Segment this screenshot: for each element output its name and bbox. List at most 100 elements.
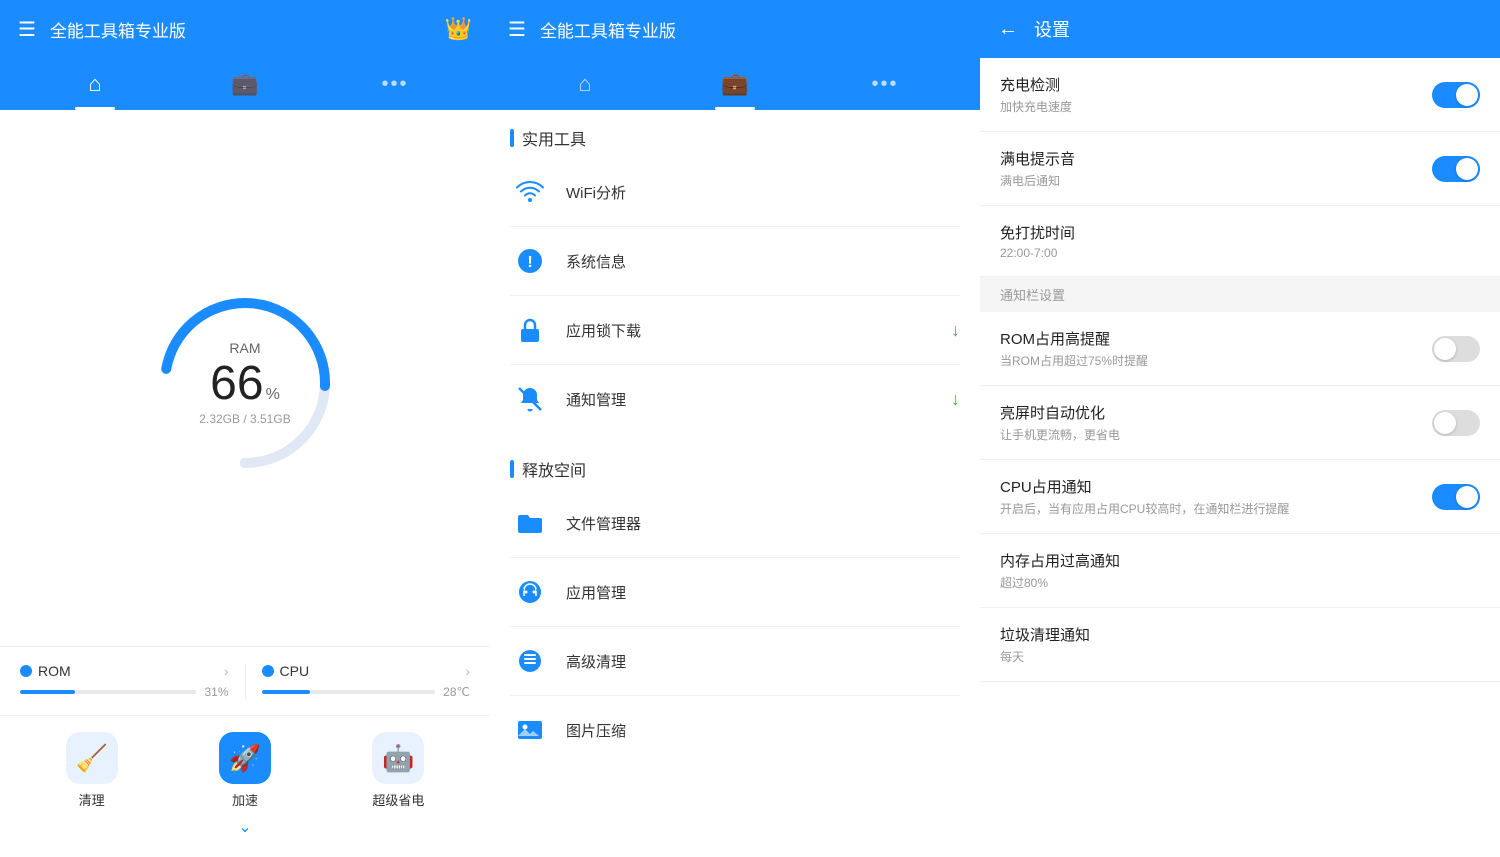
- screen-opt-desc: 让手机更流畅，更省电: [1000, 426, 1432, 443]
- power-button[interactable]: 🤖 超级省电: [327, 732, 470, 837]
- clean-label: 清理: [79, 790, 105, 809]
- rom-label: ROM: [38, 663, 71, 679]
- clean-name: 高级清理: [566, 651, 960, 672]
- image-icon: [510, 710, 550, 750]
- charge-detect-toggle[interactable]: [1432, 82, 1480, 108]
- tool-sysinfo[interactable]: ! 系统信息: [490, 227, 980, 295]
- notify-settings-group-header: 通知栏设置: [980, 277, 1500, 312]
- home-icon-2: ⌂: [578, 71, 591, 97]
- rom-arrow: ›: [224, 663, 229, 679]
- back-icon[interactable]: ←: [998, 18, 1018, 41]
- applock-badge: ↓: [951, 320, 960, 341]
- ram-percent: 66: [210, 360, 263, 408]
- tools-content: 实用工具 WiFi分析 ! 系统信息: [490, 110, 980, 857]
- section-bar-2: [510, 460, 514, 478]
- notify-group-label: 通知栏设置: [1000, 288, 1065, 303]
- ram-unit: %: [266, 386, 280, 404]
- section-storage-header: 释放空间: [490, 441, 980, 489]
- setting-trash-notify[interactable]: 垃圾清理通知 每天: [980, 608, 1500, 682]
- info-icon: !: [510, 241, 550, 281]
- speed-chevron: ⌄: [238, 817, 251, 837]
- sysinfo-name: 系统信息: [566, 251, 960, 272]
- tab-home-2[interactable]: ⌂: [510, 58, 660, 110]
- rom-notify-toggle[interactable]: [1432, 336, 1480, 362]
- files-name: 文件管理器: [566, 513, 960, 534]
- tool-apps[interactable]: 应用管理: [490, 558, 980, 626]
- applock-name: 应用锁下载: [566, 320, 935, 341]
- setting-full-sound[interactable]: 满电提示音 满电后通知: [980, 132, 1500, 206]
- briefcase-icon: 💼: [231, 71, 258, 97]
- rom-stat[interactable]: ROM › 31%: [20, 663, 246, 699]
- tab-tools[interactable]: 💼: [170, 58, 320, 110]
- clean-button[interactable]: 🧹 清理: [20, 732, 163, 837]
- menu-icon[interactable]: ☰: [18, 17, 36, 42]
- speed-button[interactable]: 🚀 加速 ⌄: [173, 732, 316, 837]
- rom-notify-desc: 当ROM占用超过75%时提醒: [1000, 352, 1432, 369]
- full-sound-name: 满电提示音: [1000, 148, 1432, 169]
- panel-tools: ☰ 全能工具箱专业版 ⌂ 💼 ••• 实用工具: [490, 0, 980, 857]
- notify-name: 通知管理: [566, 389, 935, 410]
- cpu-bar-fill: [262, 690, 311, 694]
- setting-charge-detect[interactable]: 充电检测 加快充电速度: [980, 58, 1500, 132]
- memory-notify-info: 内存占用过高通知 超过80%: [1000, 550, 1480, 591]
- rom-notify-name: ROM占用高提醒: [1000, 328, 1432, 349]
- bell-off-icon: [510, 379, 550, 419]
- app-title-2: 全能工具箱专业版: [540, 17, 962, 42]
- settings-topbar: ← 设置: [980, 0, 1500, 58]
- charge-detect-desc: 加快充电速度: [1000, 98, 1432, 115]
- tab-tools-2[interactable]: 💼: [660, 58, 810, 110]
- rom-bar: [20, 690, 196, 694]
- setting-memory-notify[interactable]: 内存占用过高通知 超过80%: [980, 534, 1500, 608]
- setting-screen-opt[interactable]: 亮屏时自动优化 让手机更流畅，更省电: [980, 386, 1500, 460]
- lock-icon: [510, 310, 550, 350]
- tool-image[interactable]: 图片压缩: [490, 696, 980, 764]
- ram-section: RAM 66 % 2.32GB / 3.51GB: [0, 110, 490, 646]
- cpu-label: CPU: [280, 663, 310, 679]
- briefcase-icon-2: 💼: [721, 71, 748, 97]
- tool-files[interactable]: 文件管理器: [490, 489, 980, 557]
- tab-more-2[interactable]: •••: [810, 58, 960, 110]
- bottom-actions: 🧹 清理 🚀 加速 ⌄ 🤖 超级省电: [0, 715, 490, 857]
- tool-applock[interactable]: 应用锁下载 ↓: [490, 296, 980, 364]
- rom-bar-fill: [20, 690, 75, 694]
- trash-notify-desc: 每天: [1000, 648, 1480, 665]
- nav-tabs-home: ⌂ 💼 •••: [0, 58, 490, 110]
- cleaner-icon: [510, 641, 550, 681]
- menu-icon-2[interactable]: ☰: [508, 17, 526, 42]
- speed-label: 加速: [232, 790, 258, 809]
- stats-row: ROM › 31% CPU ›: [0, 646, 490, 715]
- panel-settings: ← 设置 充电检测 加快充电速度 满电提示音 满电后通知 免打扰时间 22:00…: [980, 0, 1500, 857]
- tool-notify[interactable]: 通知管理 ↓: [490, 365, 980, 433]
- dnd-info: 免打扰时间 22:00-7:00: [1000, 222, 1480, 260]
- tool-clean[interactable]: 高级清理: [490, 627, 980, 695]
- full-sound-toggle[interactable]: [1432, 156, 1480, 182]
- folder-icon: [510, 503, 550, 543]
- trash-notify-info: 垃圾清理通知 每天: [1000, 624, 1480, 665]
- tool-wifi[interactable]: WiFi分析: [490, 158, 980, 226]
- setting-dnd[interactable]: 免打扰时间 22:00-7:00: [980, 206, 1500, 277]
- charge-detect-name: 充电检测: [1000, 74, 1432, 95]
- home-content: RAM 66 % 2.32GB / 3.51GB ROM ›: [0, 110, 490, 857]
- cpu-stat[interactable]: CPU › 28℃: [262, 663, 471, 699]
- settings-title: 设置: [1034, 16, 1070, 42]
- setting-rom-notify[interactable]: ROM占用高提醒 当ROM占用超过75%时提醒: [980, 312, 1500, 386]
- rom-label-row: ROM: [20, 663, 71, 679]
- app-title-1: 全能工具箱专业版: [50, 17, 445, 42]
- cpu-notify-toggle[interactable]: [1432, 484, 1480, 510]
- settings-list: 充电检测 加快充电速度 满电提示音 满电后通知 免打扰时间 22:00-7:00…: [980, 58, 1500, 857]
- gauge-text: RAM 66 % 2.32GB / 3.51GB: [199, 340, 290, 426]
- setting-cpu-notify[interactable]: CPU占用通知 开启后，当有应用占用CPU较高时，在通知栏进行提醒: [980, 460, 1500, 534]
- android-icon: [510, 572, 550, 612]
- wifi-name: WiFi分析: [566, 182, 960, 203]
- screen-opt-toggle[interactable]: [1432, 410, 1480, 436]
- tab-home[interactable]: ⌂: [20, 58, 170, 110]
- section-utilities-title: 实用工具: [522, 126, 586, 150]
- cpu-bar: [262, 690, 436, 694]
- cpu-notify-name: CPU占用通知: [1000, 476, 1432, 497]
- more-dots-icon: •••: [381, 73, 408, 96]
- home-icon: ⌂: [88, 71, 101, 97]
- tab-more[interactable]: •••: [320, 58, 470, 110]
- cpu-dot: [262, 665, 274, 677]
- cpu-notify-info: CPU占用通知 开启后，当有应用占用CPU较高时，在通知栏进行提醒: [1000, 476, 1432, 517]
- screen-opt-info: 亮屏时自动优化 让手机更流畅，更省电: [1000, 402, 1432, 443]
